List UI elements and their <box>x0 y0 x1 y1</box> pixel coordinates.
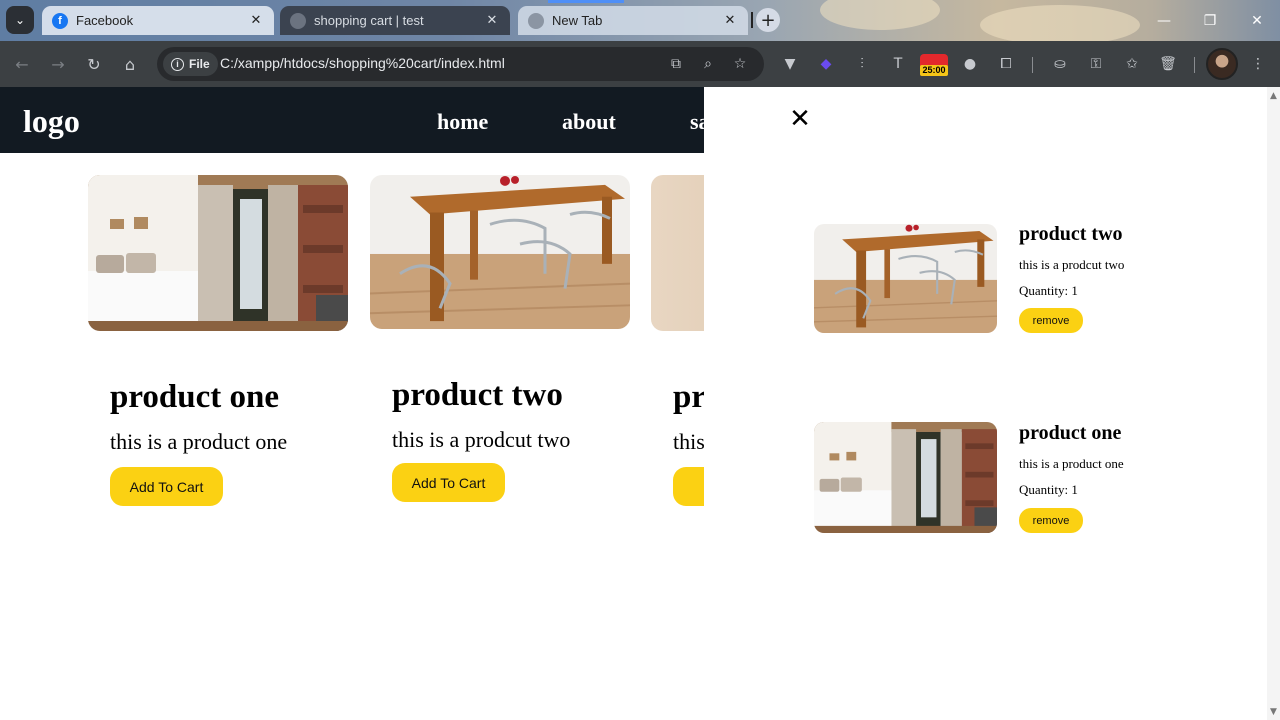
product-description: this <box>673 429 704 454</box>
tab-title: shopping cart | test <box>314 13 424 28</box>
home-button[interactable]: ⌂ <box>117 51 143 77</box>
password-key-icon[interactable]: ⚿ <box>1085 53 1107 75</box>
tab-facebook[interactable]: f Facebook ✕ <box>42 6 274 35</box>
translate-icon[interactable]: ⧉ <box>665 53 687 75</box>
chevron-down-icon: ⌄ <box>14 13 26 27</box>
product-image-partial <box>651 175 704 331</box>
cube-extension-icon[interactable]: ◆ <box>815 53 837 75</box>
page-scrollbar[interactable]: ▲ ▼ <box>1267 87 1280 720</box>
cart-item-quantity: Quantity: 1 <box>1019 482 1078 497</box>
facebook-icon: f <box>52 12 68 29</box>
address-bar[interactable]: i File C:/xampp/htdocs/shopping%20cart/i… <box>157 47 764 81</box>
globe-icon <box>290 12 306 29</box>
close-window-button[interactable]: ✕ <box>1234 8 1280 34</box>
minimize-button[interactable]: — <box>1141 8 1187 34</box>
tab-search-button[interactable]: ⌄ <box>6 6 34 34</box>
product-title: product one <box>110 379 279 415</box>
puzzle-extensions-icon[interactable]: ⧠ <box>995 53 1017 75</box>
product-title: product two <box>392 377 563 413</box>
scroll-down-icon[interactable]: ▼ <box>1270 707 1277 717</box>
scroll-up-icon[interactable]: ▲ <box>1270 91 1277 101</box>
tab-new-tab[interactable]: New Tab ✕ <box>518 6 748 35</box>
close-cart-button[interactable]: ✕ <box>789 104 811 134</box>
info-icon: i <box>171 57 184 71</box>
profile-avatar[interactable] <box>1206 48 1238 80</box>
cart-item-image <box>814 224 997 333</box>
close-icon: ✕ <box>789 104 811 134</box>
back-icon: ← <box>15 54 29 74</box>
product-description: this is a product one <box>110 429 288 454</box>
bookmarks-icon[interactable]: ✩ <box>1121 53 1143 75</box>
site-header: logo home about sa <box>0 87 710 153</box>
add-to-cart-button[interactable]: Add To Cart <box>110 467 223 506</box>
nav-link-home[interactable]: home <box>437 109 488 135</box>
browser-toolbar: ← → ↻ ⌂ i File C:/xampp/htdocs/shopping%… <box>0 41 1280 87</box>
minimize-icon: — <box>1157 13 1171 29</box>
bookmark-star-icon[interactable]: ☆ <box>729 53 751 75</box>
toolbar-divider <box>1194 57 1195 73</box>
menu-kebab-icon[interactable]: ⋮ <box>1247 53 1269 75</box>
plus-icon: + <box>760 9 776 31</box>
forward-button[interactable]: → <box>45 51 71 77</box>
sliders-extension-icon[interactable]: ⫶ <box>851 53 873 75</box>
cart-item: product two this is a prodcut two Quanti… <box>814 223 1234 336</box>
remove-button[interactable]: remove <box>1019 508 1083 533</box>
home-icon: ⌂ <box>124 54 136 74</box>
forward-icon: → <box>51 54 65 74</box>
cart-item-image <box>814 422 997 533</box>
circle-extension-icon[interactable]: ● <box>959 53 981 75</box>
cart-item-description: this is a product one <box>1019 456 1124 471</box>
remove-button[interactable]: remove <box>1019 308 1083 333</box>
product-description: this is a prodcut two <box>392 427 571 452</box>
tab-title: Facebook <box>76 13 134 28</box>
url-text[interactable]: C:/xampp/htdocs/shopping%20cart/index.ht… <box>220 55 505 71</box>
product-grid: product one this is a product one Add To… <box>0 153 704 720</box>
back-button[interactable]: ← <box>9 51 35 77</box>
nav-link-about[interactable]: about <box>562 109 616 135</box>
tab-loading-indicator <box>548 0 624 3</box>
t-extension-icon[interactable]: T <box>887 53 909 75</box>
add-to-cart-button[interactable]: A <box>673 467 704 506</box>
globe-icon <box>528 12 544 29</box>
product-image-dining-table <box>370 175 630 329</box>
reload-button[interactable]: ↻ <box>81 51 107 77</box>
restore-button[interactable]: ❐ <box>1187 8 1233 34</box>
sky-cloud <box>980 5 1140 45</box>
add-to-cart-button[interactable]: Add To Cart <box>392 463 505 502</box>
scheme-label: File <box>189 57 210 71</box>
sky-cloud <box>820 0 940 30</box>
close-tab-icon[interactable]: ✕ <box>722 13 738 28</box>
site-info-chip[interactable]: i File <box>163 52 218 76</box>
timer-extension-icon[interactable]: 25:00 <box>920 54 948 76</box>
cart-drawer: ✕ product two this is a prodcut two Quan… <box>704 87 1267 720</box>
cart-item-quantity: Quantity: 1 <box>1019 283 1078 298</box>
toolbar-divider <box>1032 57 1033 73</box>
timer-badge-text: 25:00 <box>920 65 948 76</box>
trash-icon[interactable]: 🗑 <box>1157 53 1179 75</box>
tab-shopping-cart[interactable]: shopping cart | test ✕ <box>280 6 510 35</box>
tab-title: New Tab <box>552 13 603 28</box>
zoom-icon[interactable]: ⌕ <box>697 53 719 75</box>
browser-tab-strip: ⌄ f Facebook ✕ shopping cart | test ✕ Ne… <box>0 0 1280 45</box>
product-image-bedroom <box>88 175 348 331</box>
tab-divider <box>751 12 753 28</box>
close-tab-icon[interactable]: ✕ <box>484 13 500 28</box>
restore-icon: ❐ <box>1203 13 1217 29</box>
site-logo[interactable]: logo <box>23 103 80 140</box>
new-tab-button[interactable]: + <box>756 8 780 32</box>
close-icon: ✕ <box>1251 13 1263 29</box>
cart-item-title: product one <box>1019 422 1122 444</box>
reload-icon: ↻ <box>87 54 101 74</box>
cart-item: product one this is a product one Quanti… <box>814 422 1234 534</box>
close-tab-icon[interactable]: ✕ <box>248 13 264 28</box>
product-title: pr <box>673 379 704 415</box>
cart-item-title: product two <box>1019 223 1123 245</box>
incognito-icon[interactable]: ⛀ <box>1049 53 1071 75</box>
vivaldi-extension-icon[interactable]: ▼ <box>779 53 801 75</box>
cart-item-description: this is a prodcut two <box>1019 257 1125 272</box>
